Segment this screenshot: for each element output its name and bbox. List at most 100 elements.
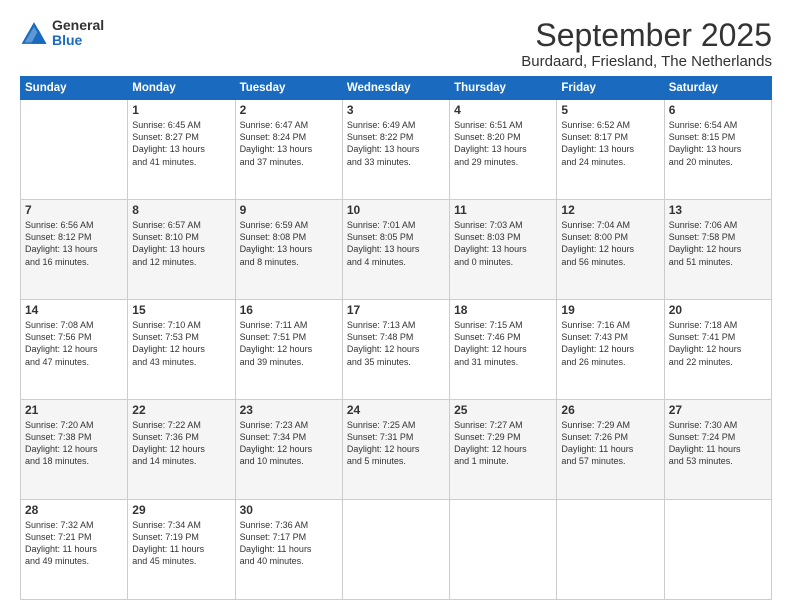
calendar-week-row: 1Sunrise: 6:45 AMSunset: 8:27 PMDaylight… bbox=[21, 100, 772, 200]
table-row: 30 Sunrise: 7:36 AMSunset: 7:17 PMDayligh… bbox=[235, 500, 342, 600]
day-number: 22 bbox=[132, 403, 230, 417]
day-number: 9 bbox=[240, 203, 338, 217]
day-number: 18 bbox=[454, 303, 552, 317]
table-row: 5 Sunrise: 6:52 AMSunset: 8:17 PMDaylight… bbox=[557, 100, 664, 200]
day-content: Sunrise: 7:30 AMSunset: 7:24 PMDaylight:… bbox=[669, 419, 767, 468]
table-row: 12 Sunrise: 7:04 AMSunset: 8:00 PMDayligh… bbox=[557, 200, 664, 300]
day-content: Sunrise: 7:04 AMSunset: 8:00 PMDaylight:… bbox=[561, 219, 659, 268]
day-number: 15 bbox=[132, 303, 230, 317]
table-row: 1Sunrise: 6:45 AMSunset: 8:27 PMDaylight… bbox=[128, 100, 235, 200]
day-number: 24 bbox=[347, 403, 445, 417]
day-content: Sunrise: 7:06 AMSunset: 7:58 PMDaylight:… bbox=[669, 219, 767, 268]
table-row: 21Sunrise: 7:20 AMSunset: 7:38 PMDayligh… bbox=[21, 400, 128, 500]
table-row: 24 Sunrise: 7:25 AMSunset: 7:31 PMDayligh… bbox=[342, 400, 449, 500]
day-number: 25 bbox=[454, 403, 552, 417]
day-content: Sunrise: 6:49 AMSunset: 8:22 PMDaylight:… bbox=[347, 119, 445, 168]
day-number: 3 bbox=[347, 103, 445, 117]
day-content: Sunrise: 7:27 AMSunset: 7:29 PMDaylight:… bbox=[454, 419, 552, 468]
day-number: 17 bbox=[347, 303, 445, 317]
table-row: 16Sunrise: 7:11 AMSunset: 7:51 PMDayligh… bbox=[235, 300, 342, 400]
day-number: 5 bbox=[561, 103, 659, 117]
day-number: 19 bbox=[561, 303, 659, 317]
day-number: 12 bbox=[561, 203, 659, 217]
table-row: 15 Sunrise: 7:10 AMSunset: 7:53 PMDayligh… bbox=[128, 300, 235, 400]
day-number: 6 bbox=[669, 103, 767, 117]
table-row bbox=[664, 500, 771, 600]
header-saturday: Saturday bbox=[664, 77, 771, 100]
day-content: Sunrise: 7:13 AMSunset: 7:48 PMDaylight:… bbox=[347, 319, 445, 368]
header-friday: Friday bbox=[557, 77, 664, 100]
table-row bbox=[21, 100, 128, 200]
logo: General Blue bbox=[20, 18, 104, 49]
table-row: 2 Sunrise: 6:47 AMSunset: 8:24 PMDaylight… bbox=[235, 100, 342, 200]
day-number: 21 bbox=[25, 403, 123, 417]
table-row: 23 Sunrise: 7:23 AMSunset: 7:34 PMDayligh… bbox=[235, 400, 342, 500]
day-number: 1 bbox=[132, 103, 230, 117]
day-content: Sunrise: 7:36 AMSunset: 7:17 PMDaylight:… bbox=[240, 519, 338, 568]
logo-general-text: General bbox=[52, 18, 104, 33]
day-content: Sunrise: 7:08 AMSunset: 7:56 PMDaylight:… bbox=[25, 319, 123, 368]
header-thursday: Thursday bbox=[450, 77, 557, 100]
day-number: 10 bbox=[347, 203, 445, 217]
day-content: Sunrise: 7:25 AMSunset: 7:31 PMDaylight:… bbox=[347, 419, 445, 468]
day-content: Sunrise: 7:22 AMSunset: 7:36 PMDaylight:… bbox=[132, 419, 230, 468]
table-row: 8 Sunrise: 6:57 AMSunset: 8:10 PMDaylight… bbox=[128, 200, 235, 300]
day-number: 27 bbox=[669, 403, 767, 417]
day-content: Sunrise: 7:18 AMSunset: 7:41 PMDaylight:… bbox=[669, 319, 767, 368]
day-content: Sunrise: 7:29 AMSunset: 7:26 PMDaylight:… bbox=[561, 419, 659, 468]
header-wednesday: Wednesday bbox=[342, 77, 449, 100]
table-row: 27 Sunrise: 7:30 AMSunset: 7:24 PMDayligh… bbox=[664, 400, 771, 500]
table-row bbox=[557, 500, 664, 600]
day-content: Sunrise: 6:47 AMSunset: 8:24 PMDaylight:… bbox=[240, 119, 338, 168]
table-row: 4Sunrise: 6:51 AMSunset: 8:20 PMDaylight… bbox=[450, 100, 557, 200]
day-content: Sunrise: 7:01 AMSunset: 8:05 PMDaylight:… bbox=[347, 219, 445, 268]
day-number: 29 bbox=[132, 503, 230, 517]
table-row: 29 Sunrise: 7:34 AMSunset: 7:19 PMDayligh… bbox=[128, 500, 235, 600]
calendar-week-row: 14 Sunrise: 7:08 AMSunset: 7:56 PMDayligh… bbox=[21, 300, 772, 400]
calendar-header-row: Sunday Monday Tuesday Wednesday Thursday… bbox=[21, 77, 772, 100]
logo-icon bbox=[20, 19, 48, 47]
table-row: 13 Sunrise: 7:06 AMSunset: 7:58 PMDayligh… bbox=[664, 200, 771, 300]
day-content: Sunrise: 7:34 AMSunset: 7:19 PMDaylight:… bbox=[132, 519, 230, 568]
day-number: 16 bbox=[240, 303, 338, 317]
table-row: 7Sunrise: 6:56 AMSunset: 8:12 PMDaylight… bbox=[21, 200, 128, 300]
table-row: 10 Sunrise: 7:01 AMSunset: 8:05 PMDayligh… bbox=[342, 200, 449, 300]
day-content: Sunrise: 7:10 AMSunset: 7:53 PMDaylight:… bbox=[132, 319, 230, 368]
table-row: 19 Sunrise: 7:16 AMSunset: 7:43 PMDayligh… bbox=[557, 300, 664, 400]
logo-blue-text: Blue bbox=[52, 33, 104, 48]
logo-text: General Blue bbox=[52, 18, 104, 49]
day-content: Sunrise: 7:15 AMSunset: 7:46 PMDaylight:… bbox=[454, 319, 552, 368]
day-number: 4 bbox=[454, 103, 552, 117]
table-row bbox=[450, 500, 557, 600]
table-row: 20 Sunrise: 7:18 AMSunset: 7:41 PMDayligh… bbox=[664, 300, 771, 400]
table-row: 17 Sunrise: 7:13 AMSunset: 7:48 PMDayligh… bbox=[342, 300, 449, 400]
title-block: September 2025 Burdaard, Friesland, The … bbox=[521, 18, 772, 70]
day-content: Sunrise: 7:32 AMSunset: 7:21 PMDaylight:… bbox=[25, 519, 123, 568]
table-row: 9Sunrise: 6:59 AMSunset: 8:08 PMDaylight… bbox=[235, 200, 342, 300]
calendar-table: Sunday Monday Tuesday Wednesday Thursday… bbox=[20, 76, 772, 600]
table-row bbox=[342, 500, 449, 600]
table-row: 22 Sunrise: 7:22 AMSunset: 7:36 PMDayligh… bbox=[128, 400, 235, 500]
day-number: 23 bbox=[240, 403, 338, 417]
day-number: 20 bbox=[669, 303, 767, 317]
day-number: 13 bbox=[669, 203, 767, 217]
day-content: Sunrise: 6:52 AMSunset: 8:17 PMDaylight:… bbox=[561, 119, 659, 168]
day-number: 14 bbox=[25, 303, 123, 317]
day-number: 30 bbox=[240, 503, 338, 517]
header-sunday: Sunday bbox=[21, 77, 128, 100]
day-content: Sunrise: 7:03 AMSunset: 8:03 PMDaylight:… bbox=[454, 219, 552, 268]
table-row: 6Sunrise: 6:54 AMSunset: 8:15 PMDaylight… bbox=[664, 100, 771, 200]
day-number: 11 bbox=[454, 203, 552, 217]
table-row: 14 Sunrise: 7:08 AMSunset: 7:56 PMDayligh… bbox=[21, 300, 128, 400]
calendar-week-row: 21Sunrise: 7:20 AMSunset: 7:38 PMDayligh… bbox=[21, 400, 772, 500]
day-content: Sunrise: 7:23 AMSunset: 7:34 PMDaylight:… bbox=[240, 419, 338, 468]
day-number: 8 bbox=[132, 203, 230, 217]
header-monday: Monday bbox=[128, 77, 235, 100]
header: General Blue September 2025 Burdaard, Fr… bbox=[20, 18, 772, 70]
day-number: 2 bbox=[240, 103, 338, 117]
header-tuesday: Tuesday bbox=[235, 77, 342, 100]
day-content: Sunrise: 6:56 AMSunset: 8:12 PMDaylight:… bbox=[25, 219, 123, 268]
table-row: 11 Sunrise: 7:03 AMSunset: 8:03 PMDayligh… bbox=[450, 200, 557, 300]
day-content: Sunrise: 7:16 AMSunset: 7:43 PMDaylight:… bbox=[561, 319, 659, 368]
day-content: Sunrise: 6:57 AMSunset: 8:10 PMDaylight:… bbox=[132, 219, 230, 268]
